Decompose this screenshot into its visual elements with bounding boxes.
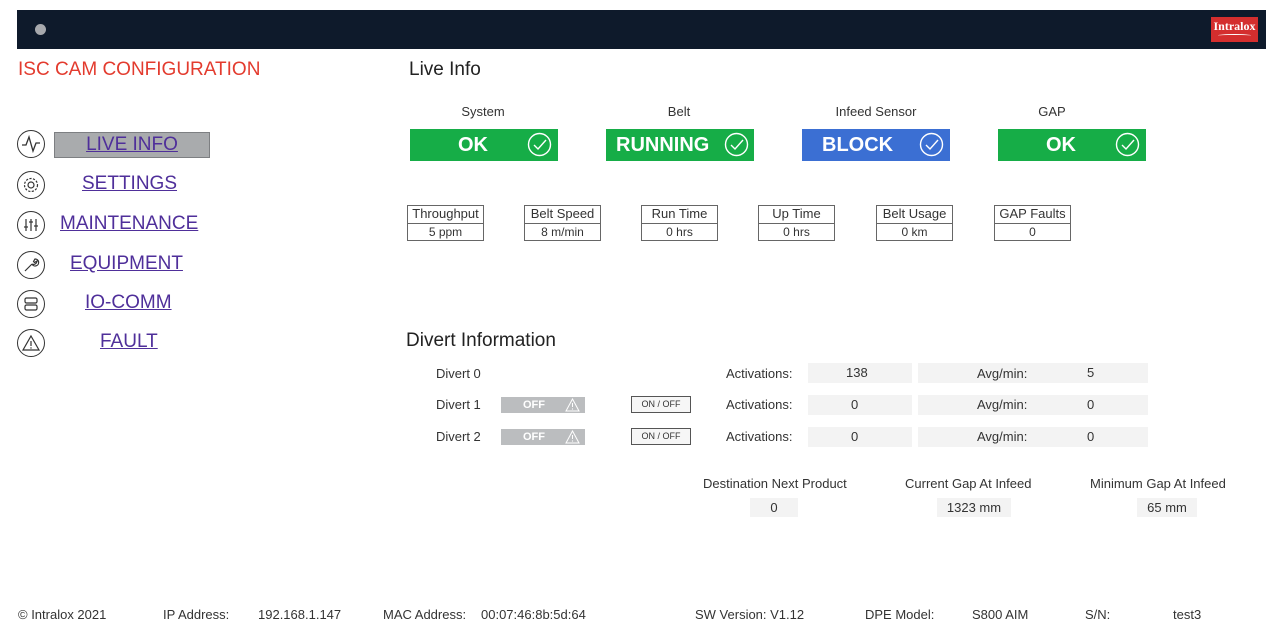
avg-value: 0 bbox=[1040, 427, 1148, 447]
app-title: ISC CAM CONFIGURATION bbox=[18, 59, 261, 80]
dpe-model-value: S800 AIM bbox=[972, 607, 1029, 622]
sidebar-link-maintenance[interactable]: MAINTENANCE bbox=[60, 213, 198, 235]
metric-value: 0 bbox=[994, 223, 1071, 241]
divert-label: Divert 0 bbox=[436, 366, 481, 381]
warning-icon bbox=[17, 329, 45, 357]
divert-label: Divert 1 bbox=[436, 397, 481, 412]
warning-icon bbox=[565, 430, 580, 444]
metric-belt-usage: Belt Usage 0 km bbox=[876, 205, 953, 241]
status-badge-belt: RUNNING bbox=[606, 129, 754, 161]
metric-throughput: Throughput 5 ppm bbox=[407, 205, 484, 241]
metric-value: 0 km bbox=[876, 223, 953, 241]
sidebar-link-fault[interactable]: FAULT bbox=[100, 331, 158, 353]
check-circle-icon bbox=[919, 132, 944, 157]
status-dot-icon bbox=[35, 24, 46, 35]
sidebar-link-equipment[interactable]: EQUIPMENT bbox=[70, 253, 183, 275]
check-circle-icon bbox=[1115, 132, 1140, 157]
activations-label: Activations: bbox=[726, 366, 793, 381]
sidebar-link-io-comm[interactable]: IO-COMM bbox=[85, 292, 172, 314]
divert-2-on-off-button[interactable]: ON / OFF bbox=[631, 428, 691, 445]
destination-next-product-label: Destination Next Product bbox=[703, 476, 847, 491]
status-label-infeed-sensor: Infeed Sensor bbox=[835, 104, 917, 119]
current-gap-value: 1323 mm bbox=[937, 498, 1011, 517]
sidebar-link-settings[interactable]: SETTINGS bbox=[82, 173, 177, 195]
divert-info-title: Divert Information bbox=[406, 330, 556, 351]
gear-icon bbox=[17, 171, 45, 199]
live-info-title: Live Info bbox=[409, 59, 481, 80]
status-value-infeed-sensor: BLOCK bbox=[822, 134, 894, 156]
wrench-icon bbox=[17, 251, 45, 279]
status-badge-system: OK bbox=[410, 129, 558, 161]
pulse-icon bbox=[17, 130, 45, 158]
divert-label: Divert 2 bbox=[436, 429, 481, 444]
copyright: © Intralox 2021 bbox=[18, 607, 107, 622]
metric-label: Run Time bbox=[641, 205, 718, 223]
logo-swoosh bbox=[1218, 34, 1251, 37]
metric-label: Up Time bbox=[758, 205, 835, 223]
minimum-gap-value: 65 mm bbox=[1137, 498, 1197, 517]
metric-gap-faults: GAP Faults 0 bbox=[994, 205, 1071, 241]
status-label-belt: Belt bbox=[667, 104, 691, 119]
metric-label: GAP Faults bbox=[994, 205, 1071, 223]
sw-version: SW Version: V1.12 bbox=[695, 607, 805, 622]
avg-label: Avg/min: bbox=[977, 429, 1028, 444]
mac-label: MAC Address: bbox=[383, 607, 467, 622]
status-value-system: OK bbox=[458, 134, 488, 156]
status-label-system: System bbox=[461, 104, 505, 119]
avg-value: 0 bbox=[1040, 395, 1148, 415]
metric-run-time: Run Time 0 hrs bbox=[641, 205, 718, 241]
status-badge-gap: OK bbox=[998, 129, 1146, 161]
avg-label: Avg/min: bbox=[977, 397, 1028, 412]
metric-label: Throughput bbox=[407, 205, 484, 223]
top-bar: Intralox bbox=[17, 10, 1266, 49]
status-value-belt: RUNNING bbox=[616, 134, 710, 156]
status-label-gap: GAP bbox=[1038, 104, 1066, 119]
dpe-model-label: DPE Model: bbox=[865, 607, 935, 622]
activations-label: Activations: bbox=[726, 397, 793, 412]
server-icon bbox=[17, 290, 45, 318]
divert-1-on-off-button[interactable]: ON / OFF bbox=[631, 396, 691, 413]
metric-value: 8 m/min bbox=[524, 223, 601, 241]
activations-label: Activations: bbox=[726, 429, 793, 444]
divert-2-status-toggle: OFF bbox=[501, 429, 585, 445]
status-value-gap: OK bbox=[1046, 134, 1076, 156]
logo-text: Intralox bbox=[1213, 19, 1256, 33]
toggle-state: OFF bbox=[523, 399, 545, 411]
intralox-logo: Intralox bbox=[1211, 17, 1258, 42]
metric-belt-speed: Belt Speed 8 m/min bbox=[524, 205, 601, 241]
mac-value: 00:07:46:8b:5d:64 bbox=[481, 607, 586, 622]
metric-value: 0 hrs bbox=[641, 223, 718, 241]
check-circle-icon bbox=[724, 132, 749, 157]
sn-label: S/N: bbox=[1085, 607, 1111, 622]
sliders-icon bbox=[17, 211, 45, 239]
sn-value: test3 bbox=[1173, 607, 1202, 622]
avg-label: Avg/min: bbox=[977, 366, 1028, 381]
avg-value: 5 bbox=[1040, 363, 1148, 383]
check-circle-icon bbox=[527, 132, 552, 157]
divert-1-status-toggle: OFF bbox=[501, 397, 585, 413]
activations-value: 138 bbox=[808, 363, 912, 383]
activations-value: 0 bbox=[808, 395, 912, 415]
sidebar-link-live-info[interactable]: LIVE INFO bbox=[54, 132, 210, 158]
activations-value: 0 bbox=[808, 427, 912, 447]
metric-value: 5 ppm bbox=[407, 223, 484, 241]
destination-next-product-value: 0 bbox=[750, 498, 798, 517]
ip-value: 192.168.1.147 bbox=[258, 607, 342, 622]
metric-label: Belt Usage bbox=[876, 205, 953, 223]
status-badge-infeed-sensor: BLOCK bbox=[802, 129, 950, 161]
metric-label: Belt Speed bbox=[524, 205, 601, 223]
toggle-state: OFF bbox=[523, 431, 545, 443]
warning-icon bbox=[565, 398, 580, 412]
minimum-gap-label: Minimum Gap At Infeed bbox=[1090, 476, 1226, 491]
metric-value: 0 hrs bbox=[758, 223, 835, 241]
metric-up-time: Up Time 0 hrs bbox=[758, 205, 835, 241]
current-gap-label: Current Gap At Infeed bbox=[905, 476, 1032, 491]
ip-label: IP Address: bbox=[163, 607, 230, 622]
